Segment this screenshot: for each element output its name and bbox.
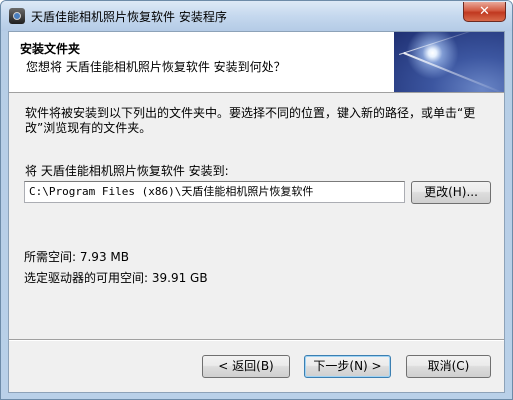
header-banner-image — [394, 32, 504, 92]
installer-window: 天盾佳能相机照片恢复软件 安装程序 ✕ 安装文件夹 您想将 天盾佳能相机照片恢复… — [0, 0, 513, 400]
install-location-label: 将 天盾佳能相机照片恢复软件 安装到: — [25, 164, 229, 178]
install-path-input[interactable]: C:\Program Files (x86)\天盾佳能相机照片恢复软件 — [24, 181, 405, 203]
dialog-client-area: 安装文件夹 您想将 天盾佳能相机照片恢复软件 安装到何处？ 软件将被安装到以下列… — [8, 31, 505, 393]
page-title: 安装文件夹 — [20, 42, 81, 56]
app-icon — [9, 8, 25, 24]
space-available-text: 选定驱动器的可用空间: 39.91 GB — [24, 271, 208, 285]
wizard-header: 安装文件夹 您想将 天盾佳能相机照片恢复软件 安装到何处？ — [9, 32, 504, 93]
cancel-button[interactable]: 取消(C) — [406, 355, 491, 378]
close-button[interactable]: ✕ — [463, 2, 506, 22]
close-icon: ✕ — [479, 4, 490, 19]
footer-divider — [9, 339, 504, 341]
page-subtitle: 您想将 天盾佳能相机照片恢复软件 安装到何处？ — [26, 60, 286, 74]
title-bar[interactable]: 天盾佳能相机照片恢复软件 安装程序 ✕ — [1, 1, 512, 31]
space-required-text: 所需空间: 7.93 MB — [24, 250, 129, 264]
change-folder-button[interactable]: 更改(H)... — [411, 181, 491, 204]
window-title: 天盾佳能相机照片恢复软件 安装程序 — [31, 10, 227, 24]
folder-description: 软件将被安装到以下列出的文件夹中。要选择不同的位置，键入新的路径，或单击“更改”… — [25, 106, 476, 135]
back-button[interactable]: < 返回(B) — [202, 355, 290, 378]
next-button[interactable]: 下一步(N) > — [304, 355, 391, 378]
